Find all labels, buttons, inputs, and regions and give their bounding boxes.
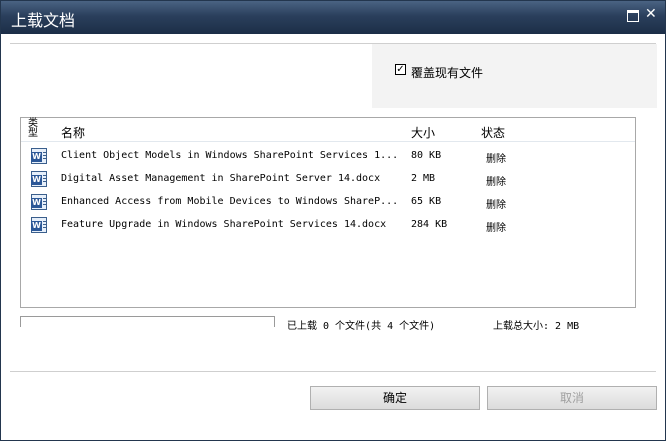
overwrite-label[interactable]: 覆盖现有文件	[411, 64, 483, 81]
delete-link[interactable]: 删除	[486, 219, 506, 234]
file-list: 类型 名称 大小 状态 W Client Object Models in Wi…	[20, 117, 636, 308]
close-icon[interactable]: ✕	[645, 7, 657, 21]
file-size: 80 KB	[411, 150, 442, 161]
bottom-divider	[10, 371, 656, 372]
overwrite-options-panel: ✓ 覆盖现有文件	[372, 44, 657, 108]
file-size: 284 KB	[411, 219, 448, 230]
word-document-icon: W	[31, 194, 47, 210]
column-header-name: 名称	[61, 126, 86, 140]
doc-letter: W	[31, 221, 42, 231]
column-header-status: 状态	[481, 126, 506, 140]
ok-button[interactable]: 确定	[310, 386, 480, 410]
upload-document-dialog: 上载文档 ✕ ✓ 覆盖现有文件 类型 名称 大小 状态 W Client Obj…	[0, 0, 666, 441]
file-row: W Enhanced Access from Mobile Devices to…	[21, 191, 635, 214]
file-size: 65 KB	[411, 196, 442, 207]
delete-link[interactable]: 删除	[486, 196, 506, 211]
delete-link[interactable]: 删除	[486, 173, 506, 188]
doc-letter: W	[31, 175, 42, 185]
word-document-icon: W	[31, 171, 47, 187]
file-row: W Client Object Models in Windows ShareP…	[21, 145, 635, 168]
file-name: Client Object Models in Windows SharePoi…	[61, 150, 399, 161]
file-name: Digital Asset Management in SharePoint S…	[61, 173, 381, 184]
file-row: W Digital Asset Management in SharePoint…	[21, 168, 635, 191]
doc-letter: W	[31, 152, 42, 162]
upload-status-text: 已上载 0 个文件(共 4 个文件)	[287, 321, 436, 332]
dialog-title: 上载文档	[11, 11, 76, 30]
title-bar: 上载文档 ✕	[1, 1, 665, 34]
column-header-type: 类型	[28, 118, 38, 139]
total-size-text: 上载总大小: 2 MB	[493, 321, 580, 332]
upload-progress-bar	[20, 316, 275, 327]
word-document-icon: W	[31, 148, 47, 164]
overwrite-checkbox[interactable]: ✓	[395, 64, 406, 75]
file-name: Enhanced Access from Mobile Devices to W…	[61, 196, 399, 207]
list-header: 类型 名称 大小 状态	[21, 118, 635, 142]
column-header-size: 大小	[411, 126, 436, 140]
doc-letter: W	[31, 198, 42, 208]
file-name: Feature Upgrade in Windows SharePoint Se…	[61, 219, 387, 230]
delete-link[interactable]: 删除	[486, 150, 506, 165]
file-size: 2 MB	[411, 173, 436, 184]
file-row: W Feature Upgrade in Windows SharePoint …	[21, 214, 635, 237]
maximize-icon[interactable]	[627, 10, 639, 22]
word-document-icon: W	[31, 217, 47, 233]
cancel-button[interactable]: 取消	[487, 386, 657, 410]
